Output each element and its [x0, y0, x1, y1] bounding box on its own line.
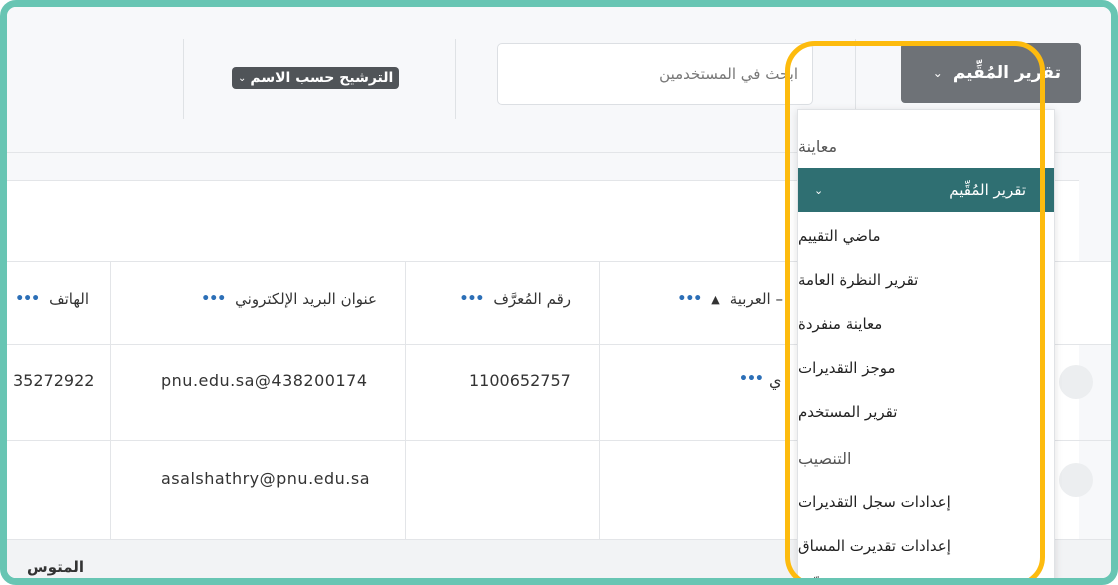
cell-phone: 35272922 [13, 371, 95, 390]
more-options-icon[interactable]: ••• [677, 291, 702, 307]
dropdown-section-header-setup: التنصيب [798, 448, 852, 468]
cell-email: pnu.edu.sa@438200174 [161, 371, 368, 390]
toolbar-divider [455, 39, 456, 119]
average-label: المتوس [27, 558, 85, 576]
column-header-phone[interactable]: الهاتف ••• [15, 290, 89, 308]
column-divider [405, 262, 406, 344]
column-divider [599, 343, 600, 539]
chevron-down-icon: ⌄ [238, 72, 247, 84]
more-options-icon[interactable]: ••• [15, 291, 40, 307]
column-header-id-number[interactable]: رقم المُعرَّف ••• [460, 290, 572, 308]
column-divider [405, 343, 406, 539]
column-divider [110, 343, 111, 539]
dropdown-item-user-report[interactable]: تقرير المستخدم [798, 390, 1054, 434]
dropdown-section-header-view: معاينة [798, 136, 838, 156]
sort-ascending-icon[interactable]: ▲ [711, 293, 719, 306]
dropdown-item-grader-report[interactable]: تقرير المُقِّيم ⌄ [798, 168, 1054, 212]
avatar [1059, 463, 1093, 497]
dropdown-item-single-view[interactable]: معاينة منفردة [798, 302, 1054, 346]
column-divider [110, 262, 111, 344]
column-header-label: عنوان البريد الإلكتروني [235, 290, 377, 308]
report-dropdown-menu: معاينة تقرير المُقِّيم ⌄ ماضي التقييم تق… [797, 109, 1055, 578]
dropdown-item-course-grade-settings[interactable]: إعدادات تقديرت المساق [798, 524, 1054, 568]
cell-name: ي [769, 371, 782, 390]
dropdown-item-overview-report[interactable]: تقرير النظرة العامة [798, 258, 1054, 302]
avatar [1059, 365, 1093, 399]
column-header-name[interactable]: – العربية ▲ ••• [677, 290, 783, 308]
toolbar-divider [183, 39, 184, 119]
app-frame: ⌄ تقرير المُقِّيم ⌄ الترشيح حسب الاسم ال… [0, 0, 1118, 585]
more-options-icon[interactable]: ••• [460, 291, 485, 307]
dropdown-item-grade-summary[interactable]: موجز التقديرات [798, 346, 1054, 390]
filter-label: الترشيح حسب الاسم [250, 70, 394, 86]
column-header-label: رقم المُعرَّف [493, 290, 571, 308]
search-users-input[interactable] [497, 43, 813, 105]
dropdown-item-label: تقرير المُقِّيم [949, 181, 1026, 199]
cell-email: asalshathry@pnu.edu.sa [161, 469, 371, 488]
more-options-icon[interactable]: ••• [739, 371, 764, 387]
report-selector-button[interactable]: ⌄ تقرير المُقِّيم [901, 43, 1081, 103]
toolbar-divider [855, 39, 856, 119]
column-divider [599, 262, 600, 344]
filter-by-name-dropdown[interactable]: ⌄ الترشيح حسب الاسم [232, 67, 400, 89]
chevron-down-icon: ⌄ [814, 183, 824, 197]
column-header-label: – العربية [729, 290, 783, 308]
dropdown-item-grader-preferences[interactable]: تفضيلات: تقرير المُقِّيم [798, 564, 1054, 578]
chevron-down-icon: ⌄ [932, 66, 943, 80]
column-header-label: الهاتف [49, 290, 89, 308]
report-selector-label: تقرير المُقِّيم [952, 63, 1061, 83]
more-options-icon[interactable]: ••• [201, 291, 226, 307]
dropdown-item-gradebook-setup[interactable]: إعدادات سجل التقديرات [798, 480, 1054, 524]
dropdown-item-grade-history[interactable]: ماضي التقييم [798, 214, 1054, 258]
cell-id-number: 1100652757 [469, 371, 571, 390]
column-header-email[interactable]: عنوان البريد الإلكتروني ••• [201, 290, 377, 308]
